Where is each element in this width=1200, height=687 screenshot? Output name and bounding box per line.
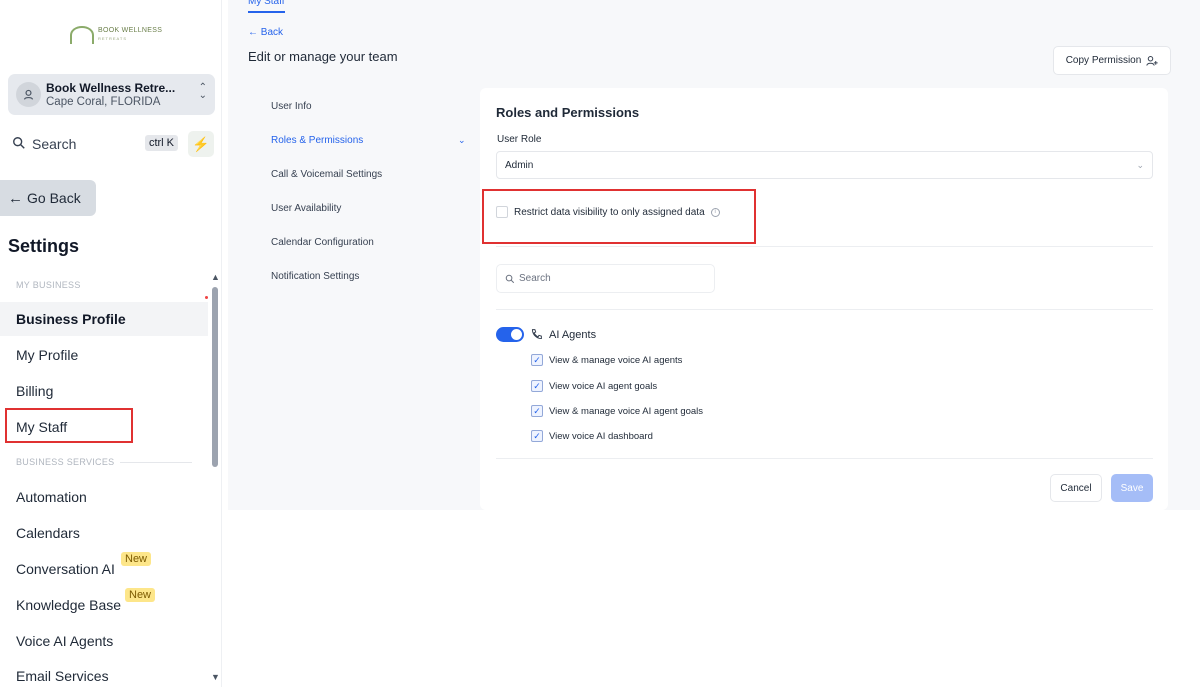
go-back-label: Go Back [27,190,81,206]
account-location: Cape Coral, FLORIDA [46,96,161,108]
cancel-button[interactable]: Cancel [1050,474,1102,502]
phone-icon [531,329,542,340]
user-role-value: Admin [505,159,534,171]
divider [496,458,1153,459]
quick-action-bolt-icon[interactable]: ⚡ [188,131,214,157]
sidebar-item-business-profile[interactable]: Business Profile [0,302,208,336]
ai-agents-toggle[interactable] [496,327,524,342]
search-icon [505,274,515,283]
account-name: Book Wellness Retre... [46,81,176,95]
section-divider [120,462,192,463]
restrict-highlight [482,189,756,244]
page-title: Edit or manage your team [248,49,398,64]
tab-my-staff[interactable]: My Staff [248,0,285,13]
logo-text: BOOK WELLNESS [98,27,163,34]
user-plus-icon [1146,55,1158,66]
logo-subtext: RETREATS [98,36,128,41]
sidebar-item-email-services[interactable]: Email Services [0,659,208,687]
subnav-call-voicemail[interactable]: Call & Voicemail Settings [271,169,382,180]
permission-search-input[interactable]: Search [496,264,715,293]
new-badge: New [125,588,156,602]
arrow-left-icon: ← [8,189,23,207]
roles-permissions-card: Roles and Permissions User Role Admin ⌄ … [480,88,1168,510]
scroll-thumb[interactable] [212,287,218,467]
sidebar-item-calendars[interactable]: Calendars [0,516,208,550]
sidebar-item-billing[interactable]: Billing [0,374,208,408]
notification-dot [205,296,208,299]
subnav-user-availability[interactable]: User Availability [271,203,341,214]
logo-icon [70,26,94,44]
save-button[interactable]: Save [1111,474,1153,502]
subnav-calendar-configuration[interactable]: Calendar Configuration [271,237,374,248]
go-back-button[interactable]: ← Go Back [0,180,96,216]
subnav-roles-permissions[interactable]: Roles & Permissions [271,135,363,146]
back-link[interactable]: ← Back [248,27,283,38]
sidebar-item-automation[interactable]: Automation [0,480,208,514]
divider [496,309,1153,310]
location-avatar-icon [16,82,41,107]
sidebar: BOOK WELLNESS RETREATS Book Wellness Ret… [0,0,222,687]
scroll-down-icon[interactable]: ▼ [211,672,220,682]
permission-label: View & manage voice AI agent goals [549,405,704,417]
subnav-user-info[interactable]: User Info [271,101,312,112]
subnav-notification-settings[interactable]: Notification Settings [271,271,359,282]
chevron-down-icon: ⌄ [1136,160,1144,170]
permission-row[interactable]: ✓ View & manage voice AI agent goals [531,405,703,417]
permission-row[interactable]: ✓ View & manage voice AI agents [531,354,682,366]
scroll-up-icon[interactable]: ▲ [211,272,220,282]
permission-label: View & manage voice AI agents [549,354,683,366]
my-staff-highlight [5,408,133,443]
brand-logo: BOOK WELLNESS RETREATS [70,26,162,44]
sidebar-item-my-profile[interactable]: My Profile [0,338,208,372]
section-business-services: BUSINESS SERVICES [16,457,115,467]
permission-checkbox[interactable]: ✓ [531,354,543,366]
chevron-down-icon: ⌄ [458,135,466,145]
copy-permission-label: Copy Permission [1065,55,1142,66]
user-role-select[interactable]: Admin ⌄ [496,151,1153,179]
sidebar-scrollbar[interactable]: ▲ ▼ [210,272,220,682]
permission-label: View voice AI dashboard [549,430,653,442]
ai-agents-label: AI Agents [549,328,597,341]
main-content: My Staff ← Back Edit or manage your team… [228,0,1200,510]
app-window: BOOK WELLNESS RETREATS Book Wellness Ret… [0,0,1200,687]
user-role-label: User Role [497,134,542,145]
sidebar-item-voice-ai-agents[interactable]: Voice AI Agents [0,624,208,658]
section-my-business: MY BUSINESS [16,280,81,290]
search-icon [13,137,25,149]
sidebar-item-knowledge-base[interactable]: Knowledge Base [0,588,208,622]
permission-row[interactable]: ✓ View voice AI dashboard [531,430,653,442]
card-title: Roles and Permissions [496,105,640,120]
permission-row[interactable]: ✓ View voice AI agent goals [531,380,657,392]
back-label: Back [260,27,284,38]
new-badge: New [121,552,152,566]
ai-agents-group: AI Agents [496,327,596,342]
chevron-up-down-icon: ⌃ ⌄ [198,82,207,101]
divider [496,246,1153,247]
search-shortcut: ctrl K [144,135,178,151]
copy-permission-button[interactable]: Copy Permission [1053,46,1171,75]
permission-search-placeholder: Search [519,273,551,284]
sidebar-item-conversation-ai[interactable]: Conversation AI [0,552,208,586]
permission-label: View voice AI agent goals [549,380,658,392]
account-switcher[interactable]: Book Wellness Retre... Cape Coral, FLORI… [8,74,215,115]
settings-title: Settings [8,236,80,256]
permission-checkbox[interactable]: ✓ [531,405,543,417]
permission-checkbox[interactable]: ✓ [531,430,543,442]
sidebar-search[interactable]: Search ctrl K [8,130,180,158]
permission-checkbox[interactable]: ✓ [531,380,543,392]
search-label: Search [32,136,77,152]
